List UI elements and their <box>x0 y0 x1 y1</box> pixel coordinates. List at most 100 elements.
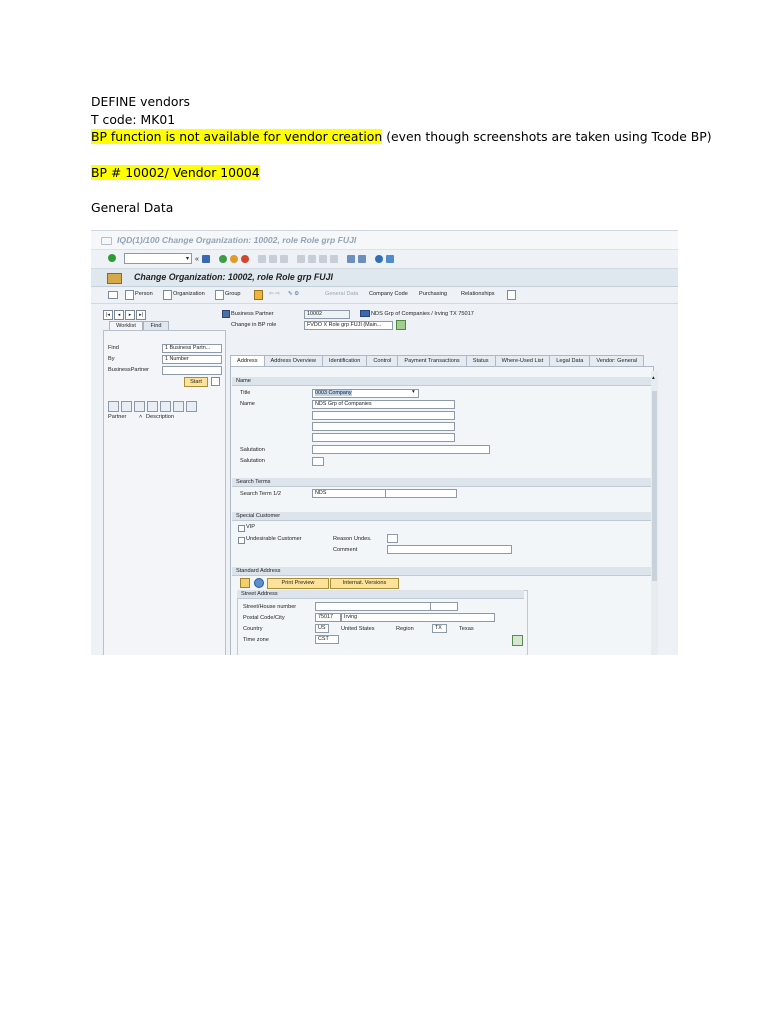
salutation-label-2: Salutation <box>240 458 265 464</box>
exit-icon[interactable] <box>229 255 238 263</box>
purchasing-button[interactable]: Purchasing <box>419 291 447 297</box>
shortcut-icon[interactable] <box>357 255 366 263</box>
chevron-down-icon[interactable]: ▾ <box>412 389 415 395</box>
next-page-icon[interactable] <box>318 255 327 263</box>
save-icon[interactable] <box>201 255 210 263</box>
salutation-field[interactable] <box>312 445 490 454</box>
business-partner-description: NDS Grp of Companies / Irving TX 75017 <box>371 311 474 317</box>
business-partner-field[interactable]: 10002 <box>304 310 350 319</box>
more-icon[interactable] <box>507 290 516 300</box>
screen-icon[interactable] <box>108 291 118 299</box>
person-button[interactable]: Person <box>135 291 153 297</box>
internat-versions-button[interactable]: Internat. Versions <box>330 578 399 589</box>
delete-icon[interactable] <box>211 377 220 386</box>
document-text: DEFINE vendors T code: MK01 BP function … <box>91 93 712 217</box>
prev-icon[interactable]: ◂ <box>114 310 124 320</box>
country-field[interactable]: US <box>315 624 329 633</box>
confirm-icon[interactable] <box>396 320 406 330</box>
by-select[interactable]: 1 Number <box>162 355 222 364</box>
title-select[interactable]: 0003 Company <box>312 389 419 398</box>
export-icon[interactable] <box>173 401 184 412</box>
help-icon[interactable] <box>374 255 383 263</box>
organization-icon <box>360 310 370 317</box>
filter-icon[interactable] <box>147 401 158 412</box>
first-icon[interactable]: |◂ <box>103 310 113 320</box>
search-term-2-field[interactable] <box>385 489 457 498</box>
first-page-icon[interactable] <box>296 255 305 263</box>
sum-icon[interactable] <box>160 401 171 412</box>
company-code-button[interactable]: Company Code <box>369 291 408 297</box>
business-partner-search-label: BusinessPartner <box>108 367 150 373</box>
sap-screenshot: IQD(1)/100 Change Organization: 10002, r… <box>91 230 678 655</box>
new-group-icon[interactable] <box>215 290 224 300</box>
last-icon[interactable]: ▸| <box>136 310 146 320</box>
search-icon[interactable] <box>121 401 132 412</box>
relationships-button[interactable]: Relationships <box>461 291 495 297</box>
next-icon[interactable]: ▸ <box>125 310 135 320</box>
street-field[interactable] <box>315 602 431 611</box>
name-field-4[interactable] <box>312 433 455 442</box>
col-description[interactable]: Description <box>146 414 174 420</box>
start-button[interactable]: Start <box>184 377 208 387</box>
doc-note-rest: (even though screenshots are taken using… <box>382 129 712 144</box>
city-field[interactable]: Irving <box>341 613 495 622</box>
timezone-field[interactable]: CST <box>315 635 339 644</box>
enter-icon[interactable] <box>108 254 116 262</box>
group-button[interactable]: Group <box>225 291 241 297</box>
globe-icon[interactable] <box>254 578 264 588</box>
back-icon[interactable] <box>218 255 227 263</box>
layout-icon[interactable] <box>385 255 394 263</box>
role-select[interactable]: FVDO X Role grp FUJI (Main... <box>304 321 393 330</box>
comment-field[interactable] <box>387 545 512 554</box>
menu-icon[interactable] <box>101 237 112 245</box>
col-partner[interactable]: Partner <box>108 414 126 420</box>
last-page-icon[interactable] <box>329 255 338 263</box>
detail-tabs: Address Address Overview Identification Con… <box>230 355 645 367</box>
name-field-1[interactable]: NDS Grp of Companies <box>312 400 455 409</box>
reason-field[interactable] <box>387 534 398 543</box>
street-label: Street/House number <box>243 604 297 610</box>
find-label: Find <box>108 345 119 351</box>
salutation-field-2[interactable] <box>312 457 324 466</box>
postal-code-field[interactable]: 75017 <box>315 613 341 622</box>
house-number-field[interactable] <box>430 602 458 611</box>
undesirable-checkbox[interactable] <box>238 537 245 544</box>
postal-label: Postal Code/City <box>243 615 285 621</box>
calendar-icon[interactable] <box>512 635 523 646</box>
find-icon[interactable] <box>268 255 277 263</box>
general-data-button[interactable]: General Data <box>325 291 358 297</box>
prev-page-icon[interactable] <box>307 255 316 263</box>
open-icon[interactable] <box>254 290 263 300</box>
country-name: United States <box>341 626 375 632</box>
details-icon[interactable] <box>108 401 119 412</box>
chevron-down-icon[interactable]: ▾ <box>186 255 189 262</box>
arrows-icon[interactable]: ⇦ ⇨ <box>269 291 280 297</box>
street-address-box <box>237 590 528 655</box>
region-field[interactable]: TX <box>432 624 447 633</box>
find-next-icon[interactable] <box>279 255 288 263</box>
search-term-1-field[interactable]: NDS <box>312 489 386 498</box>
layout-icon[interactable] <box>186 401 197 412</box>
sort-icon[interactable] <box>134 401 145 412</box>
new-person-icon[interactable] <box>125 290 134 300</box>
business-partner-search-field[interactable] <box>162 366 222 375</box>
edit-icon[interactable] <box>240 578 250 588</box>
title-label: Title <box>240 390 251 396</box>
new-session-icon[interactable] <box>346 255 355 263</box>
find-select[interactable]: 1 Business Partn... <box>162 344 222 353</box>
print-icon[interactable] <box>257 255 266 263</box>
double-left-icon[interactable]: « <box>195 256 199 263</box>
organization-button[interactable]: Organization <box>173 291 205 297</box>
name-field-3[interactable] <box>312 422 455 431</box>
name-field-2[interactable] <box>312 411 455 420</box>
tools-icon[interactable]: ✎ ⚙ <box>288 291 299 297</box>
command-field[interactable]: ▾ <box>124 253 192 264</box>
vertical-scrollbar[interactable] <box>651 371 658 655</box>
print-preview-button[interactable]: Print Preview <box>267 578 329 589</box>
result-toolbar <box>108 401 197 412</box>
undesirable-label: Undesirable Customer <box>246 536 302 542</box>
cancel-icon[interactable] <box>240 255 249 263</box>
new-organization-icon[interactable] <box>163 290 172 300</box>
scroll-up-icon[interactable]: ▴ <box>652 375 655 381</box>
vip-checkbox[interactable] <box>238 525 245 532</box>
